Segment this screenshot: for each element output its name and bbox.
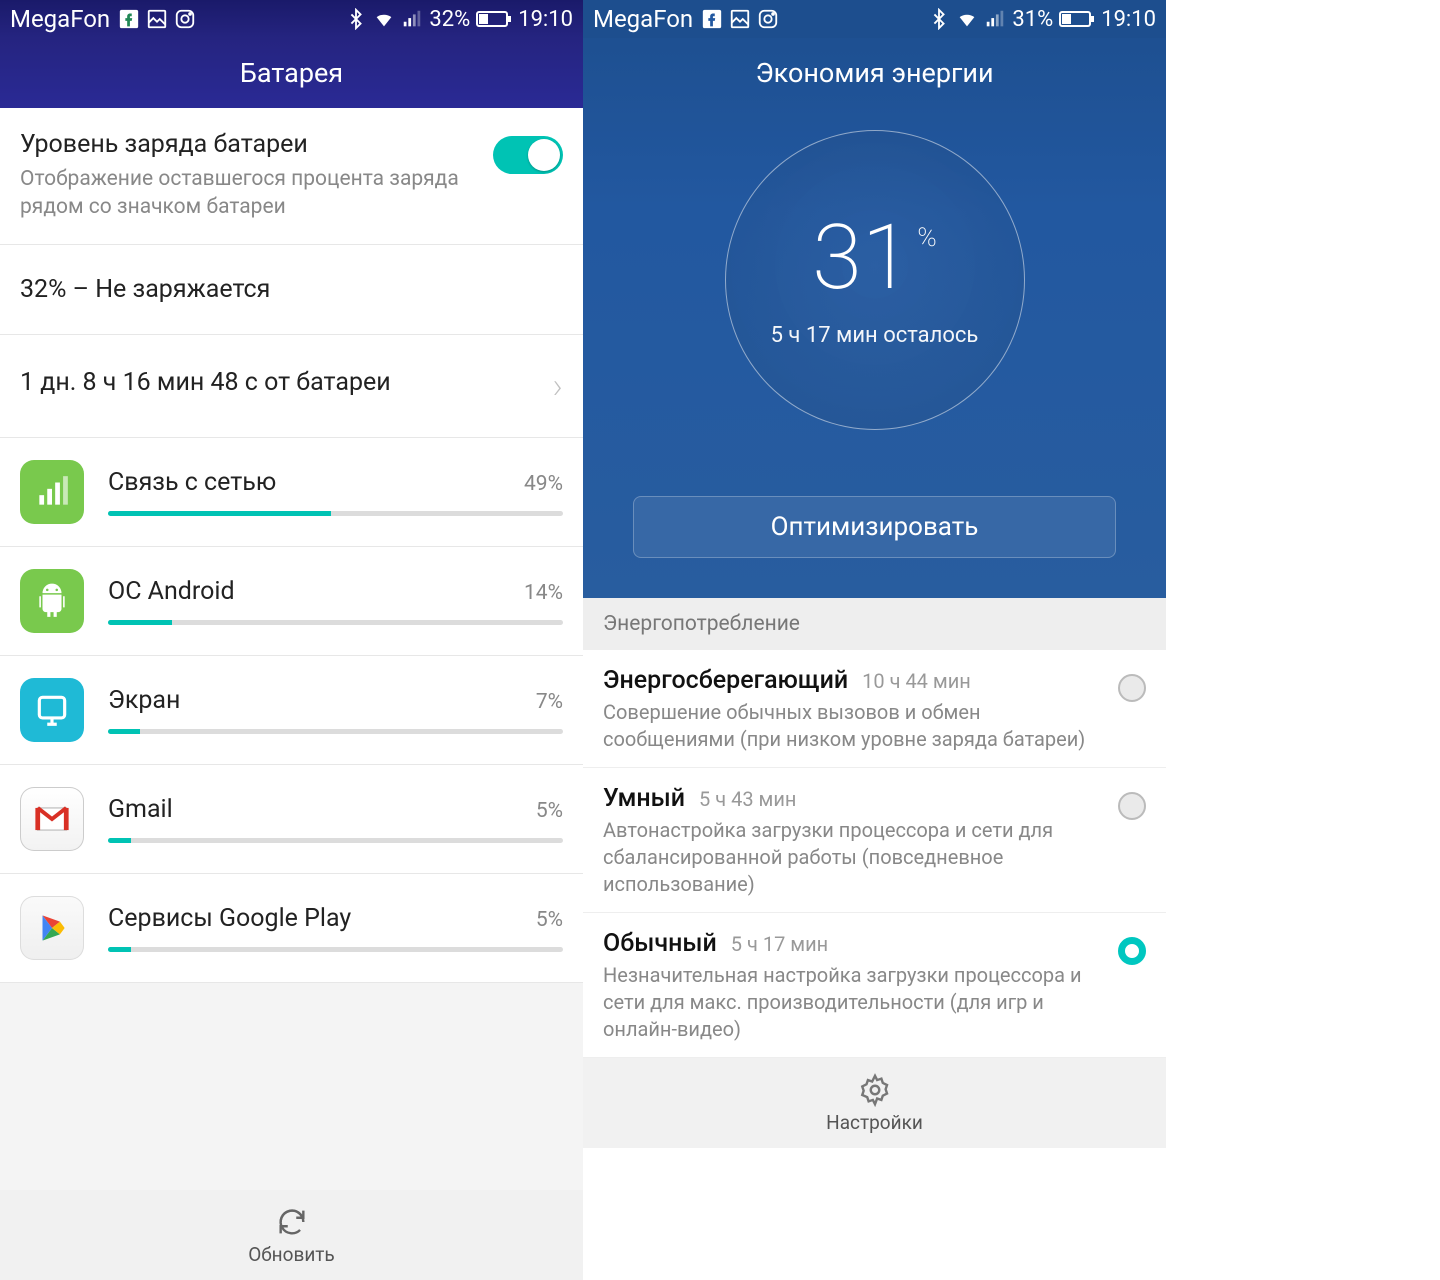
app-pct: 14% <box>524 581 563 605</box>
content-left: Уровень заряда батареи Отображение остав… <box>0 108 583 1190</box>
battery-pct-big: 31 <box>812 213 911 303</box>
facebook-icon <box>701 8 723 30</box>
status-battery-pct: 31% <box>1012 7 1053 32</box>
screen-icon <box>20 678 84 742</box>
picture-icon <box>729 8 751 30</box>
bluetooth-icon <box>345 8 367 30</box>
mode-name: Обычный <box>603 929 717 958</box>
usage-bar <box>108 838 563 843</box>
status-bar: MegaFon 32% 19:10 <box>0 0 583 38</box>
footer-label: Настройки <box>826 1111 923 1134</box>
picture-icon <box>146 8 168 30</box>
mode-desc: Автонастройка загрузки процессора и сети… <box>603 817 1102 898</box>
app-pct: 5% <box>536 908 563 932</box>
gear-icon <box>858 1073 892 1107</box>
time-on-battery: 1 дн. 8 ч 16 мин 48 с от батареи <box>20 368 391 397</box>
carrier-label: MegaFon <box>593 5 693 33</box>
carrier-label: MegaFon <box>10 5 110 33</box>
app-name: Экран <box>108 686 180 715</box>
battery-icon <box>1059 8 1095 30</box>
instagram-icon <box>174 8 196 30</box>
battery-dial: 31% 5 ч 17 мин осталось <box>725 130 1025 430</box>
page-title: Экономия энергии <box>583 38 1166 108</box>
footer-left[interactable]: Обновить <box>0 1190 583 1280</box>
battery-icon <box>476 8 512 30</box>
usage-row[interactable]: ОС Android 14% <box>0 547 583 656</box>
app-name: Сервисы Google Play <box>108 904 351 933</box>
optimize-button[interactable]: Оптимизировать <box>633 496 1116 558</box>
mode-time: 10 ч 44 мин <box>862 669 971 693</box>
status-battery-pct: 32% <box>429 7 470 32</box>
mode-name: Энергосберегающий <box>603 666 848 695</box>
page-title: Батарея <box>0 38 583 108</box>
mode-desc: Незначительная настройка загрузки процес… <box>603 962 1102 1043</box>
toggle-sub: Отображение оставшегося процента заряда … <box>20 165 473 222</box>
power-mode-row[interactable]: Обычный 5 ч 17 мин Незначительная настройк… <box>583 913 1166 1058</box>
toggle-title: Уровень заряда батареи <box>20 130 473 159</box>
app-pct: 5% <box>536 799 563 823</box>
power-mode-row[interactable]: Умный 5 ч 43 мин Автонастройка загрузки пр… <box>583 768 1166 913</box>
power-mode-row[interactable]: Энергосберегающий 10 ч 44 мин Совершение о… <box>583 650 1166 768</box>
wifi-icon <box>373 8 395 30</box>
radio-unselected[interactable] <box>1118 674 1146 702</box>
usage-bar <box>108 729 563 734</box>
usage-bar <box>108 620 563 625</box>
usage-row[interactable]: Gmail 5% <box>0 765 583 874</box>
section-header: Энергопотребление <box>583 598 1166 650</box>
wifi-icon <box>956 8 978 30</box>
app-name: Связь с сетью <box>108 468 276 497</box>
mode-name: Умный <box>603 784 685 813</box>
instagram-icon <box>757 8 779 30</box>
play-icon <box>20 896 84 960</box>
gmail-icon <box>20 787 84 851</box>
usage-row[interactable]: Сервисы Google Play 5% <box>0 874 583 983</box>
radio-selected[interactable] <box>1118 937 1146 965</box>
signal-icon <box>20 460 84 524</box>
status-bar: MegaFon 31% 19:10 <box>583 0 1166 38</box>
usage-row[interactable]: Связь с сетью 49% <box>0 438 583 547</box>
chevron-right-icon: › <box>552 365 563 407</box>
app-name: ОС Android <box>108 577 235 606</box>
battery-state: 32% – Не заряжается <box>20 275 563 304</box>
pct-symbol: % <box>917 225 936 251</box>
signal-icon <box>401 8 423 30</box>
bluetooth-icon <box>928 8 950 30</box>
refresh-icon <box>275 1205 309 1239</box>
app-pct: 7% <box>536 690 563 714</box>
radio-unselected[interactable] <box>1118 792 1146 820</box>
footer-right[interactable]: Настройки <box>583 1058 1166 1148</box>
phone-left: MegaFon 32% 19:10 Батарея Уровень заряда… <box>0 0 583 1280</box>
app-pct: 49% <box>524 472 563 496</box>
signal-icon <box>984 8 1006 30</box>
battery-pct-toggle-row[interactable]: Уровень заряда батареи Отображение остав… <box>0 108 583 245</box>
usage-row[interactable]: Экран 7% <box>0 656 583 765</box>
usage-bar <box>108 947 563 952</box>
footer-label: Обновить <box>248 1243 335 1266</box>
time-remaining: 5 ч 17 мин осталось <box>771 323 979 348</box>
battery-state-row[interactable]: 32% – Не заряжается <box>0 245 583 335</box>
usage-bar <box>108 511 563 516</box>
android-icon <box>20 569 84 633</box>
facebook-icon <box>118 8 140 30</box>
status-time: 19:10 <box>518 7 573 32</box>
mode-desc: Совершение обычных вызовов и обмен сообщ… <box>603 699 1102 753</box>
phone-right: MegaFon 31% 19:10 Экономия энергии 31% <box>583 0 1166 1280</box>
mode-time: 5 ч 17 мин <box>731 932 828 956</box>
time-on-battery-row[interactable]: 1 дн. 8 ч 16 мин 48 с от батареи › <box>0 335 583 438</box>
app-name: Gmail <box>108 795 173 824</box>
toggle-switch-on[interactable] <box>493 136 563 174</box>
status-time: 19:10 <box>1101 7 1156 32</box>
mode-time: 5 ч 43 мин <box>699 787 796 811</box>
